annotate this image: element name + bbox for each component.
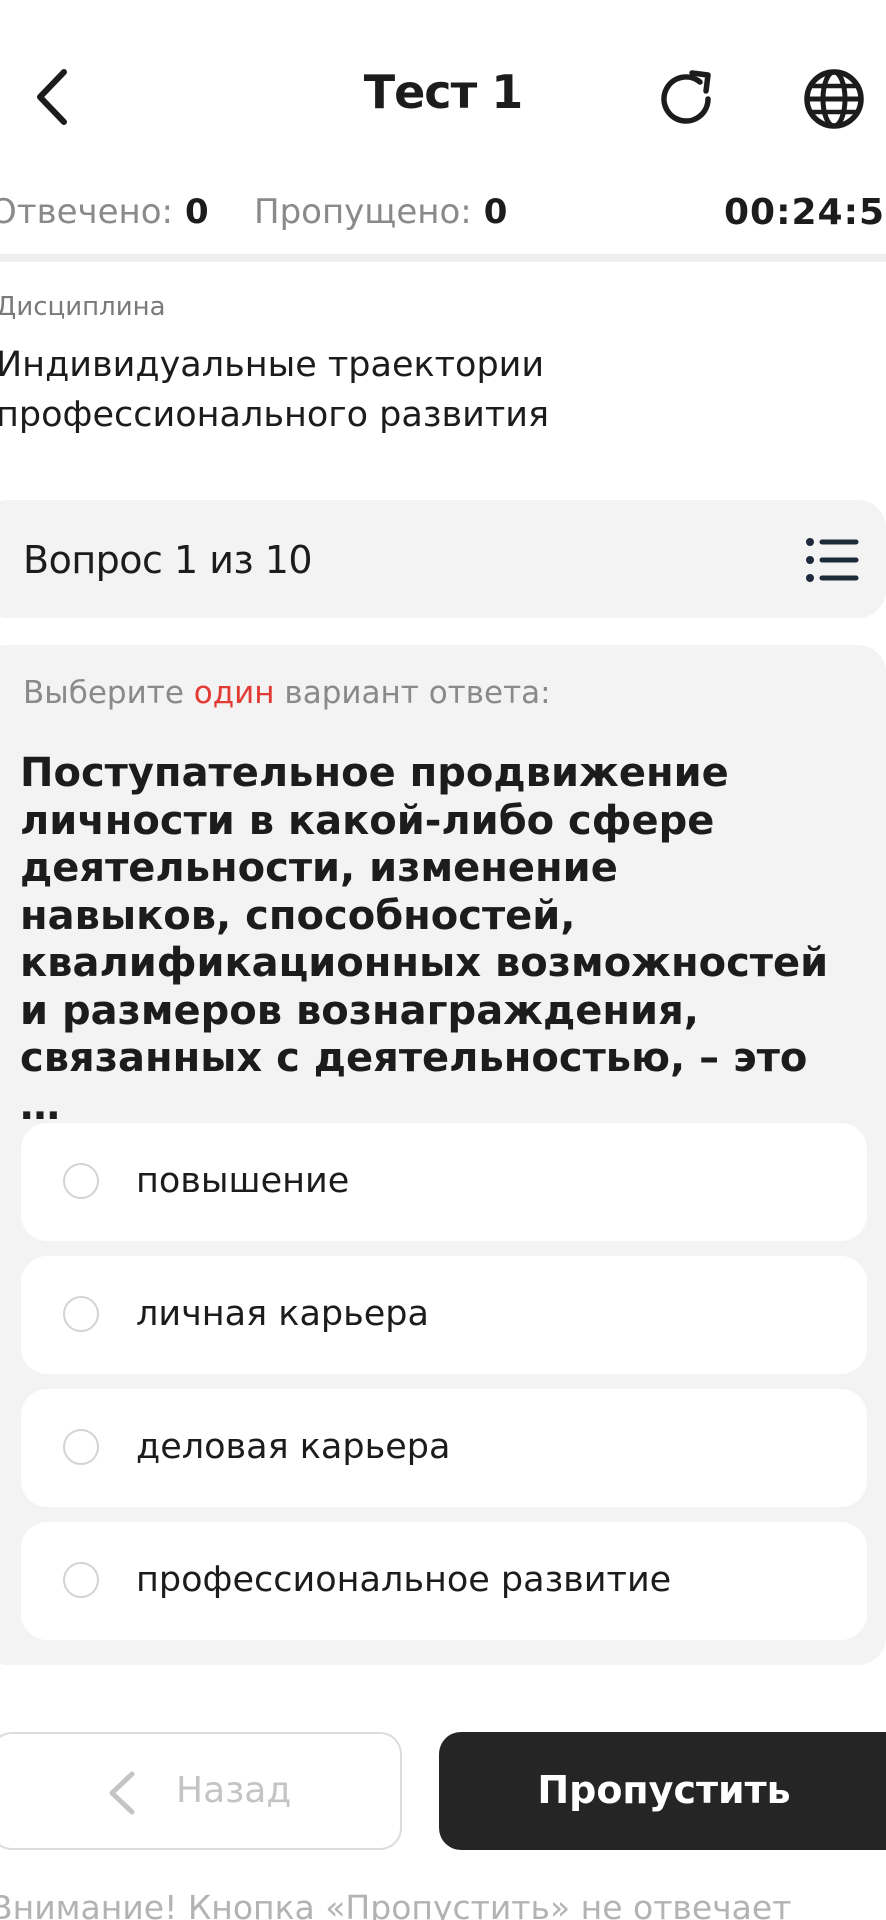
- test-screen: Тест 1 Отвечено: 0 Пропущено: 0 00:24:59: [0, 0, 886, 1920]
- previous-button-label: Назад: [176, 1770, 292, 1811]
- refresh-icon: [661, 70, 711, 124]
- refresh-button[interactable]: [652, 65, 720, 133]
- skipped-value: 0: [483, 192, 508, 232]
- instruction-before: Выберите: [23, 675, 194, 711]
- question-list-button[interactable]: [802, 530, 862, 590]
- question-counter: Вопрос 1 из 10: [23, 538, 313, 582]
- radio-button[interactable]: [63, 1429, 99, 1465]
- skip-button[interactable]: Пропустить: [439, 1732, 886, 1850]
- answered-label: Отвечено:: [0, 192, 174, 232]
- divider: [0, 254, 886, 262]
- answer-option[interactable]: профессиональное развитие: [21, 1522, 867, 1640]
- option-label: деловая карьера: [136, 1427, 451, 1467]
- skip-notice: Внимание! Кнопка «Пропустить» не отвечае…: [0, 1888, 792, 1920]
- answer-option[interactable]: личная карьера: [21, 1256, 867, 1374]
- answer-option[interactable]: деловая карьера: [21, 1389, 867, 1507]
- option-label: профессиональное развитие: [136, 1560, 672, 1600]
- radio-button[interactable]: [63, 1163, 99, 1199]
- answered-stat: Отвечено: 0: [0, 192, 209, 232]
- chevron-left-icon: [109, 1771, 135, 1815]
- page-title: Тест 1: [363, 65, 524, 119]
- answer-option[interactable]: повышение: [21, 1123, 867, 1241]
- discipline-label: Дисциплина: [0, 292, 166, 322]
- language-button[interactable]: [800, 65, 868, 133]
- instruction-after: вариант ответа:: [274, 675, 551, 711]
- option-label: личная карьера: [136, 1294, 429, 1334]
- option-label: повышение: [136, 1161, 350, 1201]
- answer-instruction: Выберите один вариант ответа:: [23, 675, 551, 711]
- question-counter-card: Вопрос 1 из 10: [0, 500, 886, 618]
- list-icon: [806, 538, 859, 582]
- skipped-label: Пропущено:: [254, 192, 472, 232]
- discipline-name: Индивидуальные траектории профессиональн…: [0, 345, 550, 435]
- header: Тест 1: [0, 0, 886, 195]
- radio-button[interactable]: [63, 1296, 99, 1332]
- globe-icon: [804, 69, 864, 129]
- radio-button[interactable]: [63, 1562, 99, 1598]
- timer: 00:24:59: [724, 192, 886, 233]
- question-card: Выберите один вариант ответа: Поступател…: [0, 645, 886, 1665]
- skip-button-label: Пропустить: [537, 1768, 791, 1812]
- instruction-accent: один: [193, 675, 275, 711]
- skipped-stat: Пропущено: 0: [254, 192, 507, 232]
- question-text: Поступательное продвижение личности в ка…: [20, 750, 829, 1129]
- stats-bar: Отвечено: 0 Пропущено: 0 00:24:59: [0, 190, 886, 245]
- answered-value: 0: [185, 192, 209, 232]
- previous-button[interactable]: Назад: [0, 1732, 402, 1850]
